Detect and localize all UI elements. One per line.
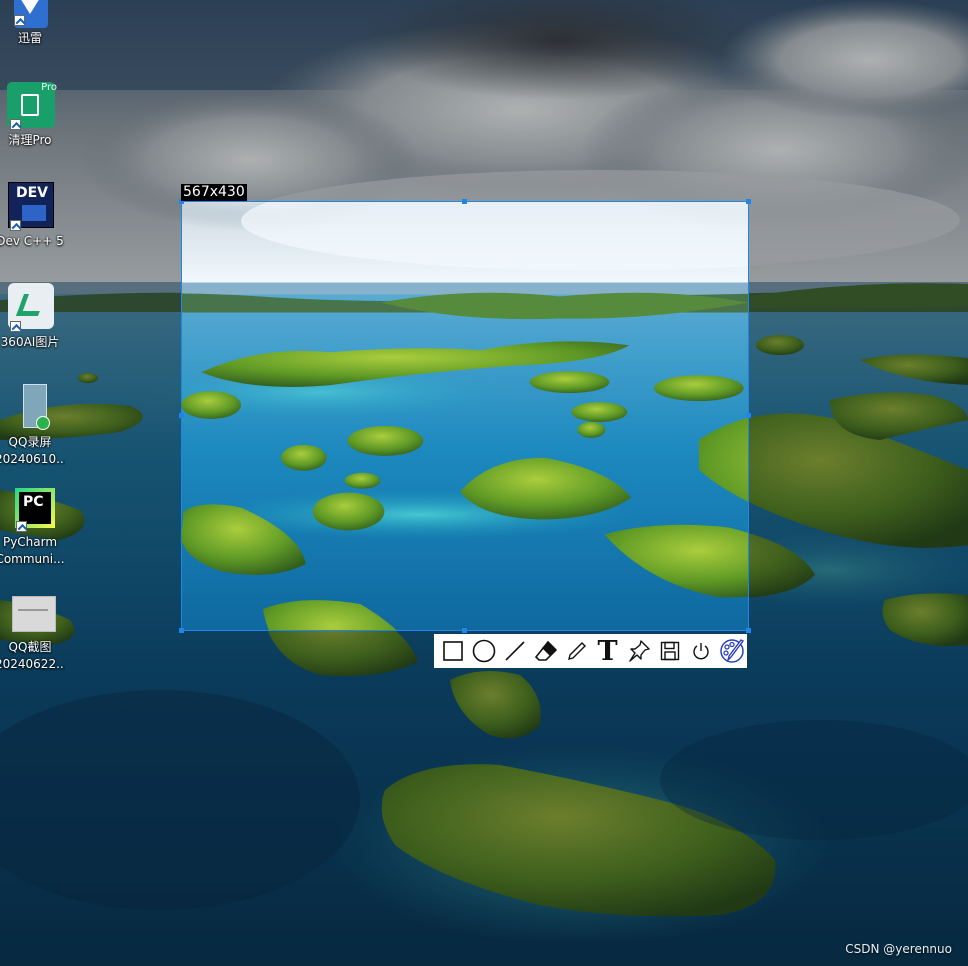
desktop-icon-sublabel: Communi...	[0, 552, 65, 566]
desktop-icon-label: QQ录屏	[8, 435, 52, 449]
pencil-icon	[567, 642, 586, 660]
circle-icon	[472, 639, 495, 663]
desktop-icon-label: Dev C++ 5	[0, 234, 64, 248]
pin-icon	[628, 640, 650, 662]
xunlei-icon	[6, 0, 54, 38]
rectangle-icon	[442, 641, 463, 661]
qq-recorder-icon	[6, 382, 54, 430]
save-tool-button[interactable]	[654, 636, 685, 666]
desktop-icon-label: 清理Pro	[8, 133, 52, 147]
pin-tool-button[interactable]	[623, 636, 654, 666]
desktop-icon-label: 360AI图片	[0, 335, 60, 349]
dev-badge: DEV	[16, 185, 49, 201]
desktop-icon-sublabel: 20240610...	[0, 452, 65, 466]
save-icon	[660, 641, 679, 661]
resize-handle-bottom-right[interactable]	[746, 628, 751, 633]
ellipse-tool-button[interactable]	[468, 636, 499, 666]
360ai-image-icon	[6, 282, 54, 332]
resize-handle-top-right[interactable]	[746, 199, 751, 204]
qq-screenshot-icon	[6, 591, 56, 639]
eraser-tool-button[interactable]	[530, 636, 561, 666]
palette-icon	[719, 639, 744, 663]
dev-cpp-icon: DEV	[6, 181, 54, 231]
text-icon: T	[597, 635, 618, 667]
color-palette-tool-button[interactable]	[716, 636, 747, 666]
pc-badge: PC	[23, 494, 44, 510]
line-tool-button[interactable]	[499, 636, 530, 666]
desktop-icon-qq-screenshot[interactable]: QQ截图 20240622...	[0, 591, 65, 673]
capture-toolbar: T	[434, 634, 747, 668]
watermark-text: CSDN @yerennuo	[845, 942, 952, 956]
selection-size-label: 567x430	[181, 184, 247, 201]
rectangle-tool-button[interactable]	[437, 636, 468, 666]
exit-tool-button[interactable]	[685, 636, 716, 666]
resize-handle-bottom[interactable]	[462, 628, 467, 633]
resize-handle-left[interactable]	[179, 413, 184, 418]
pycharm-icon: PC	[6, 486, 55, 534]
power-icon	[692, 643, 709, 660]
pencil-tool-button[interactable]	[561, 636, 592, 666]
desktop-icon-label: PyCharm	[2, 535, 58, 549]
resize-handle-top[interactable]	[462, 199, 467, 204]
capture-selection-region[interactable]	[181, 201, 749, 631]
desktop-icon-360ai[interactable]: 360AI图片	[0, 282, 65, 351]
pro-badge: Pro	[41, 82, 57, 93]
desktop-icon-cleaner-pro[interactable]: Pro 清理Pro	[0, 80, 65, 149]
desktop-icon-sublabel: 20240622...	[0, 657, 65, 671]
eraser-icon	[534, 640, 557, 661]
resize-handle-right[interactable]	[746, 413, 751, 418]
resize-handle-bottom-left[interactable]	[179, 628, 184, 633]
cleaner-pro-icon: Pro	[6, 80, 57, 130]
desktop-icon-qq-recorder[interactable]: QQ录屏 20240610...	[0, 382, 65, 468]
desktop-icon-dev-cpp[interactable]: DEV Dev C++ 5	[0, 181, 65, 250]
desktop-icon-label: QQ截图	[8, 640, 52, 654]
desktop-icon-xunlei[interactable]: 迅雷	[0, 0, 65, 47]
line-icon	[504, 641, 525, 661]
text-tool-button[interactable]: T	[592, 636, 623, 666]
desktop-icon-pycharm[interactable]: PC PyCharm Communi...	[0, 486, 65, 568]
